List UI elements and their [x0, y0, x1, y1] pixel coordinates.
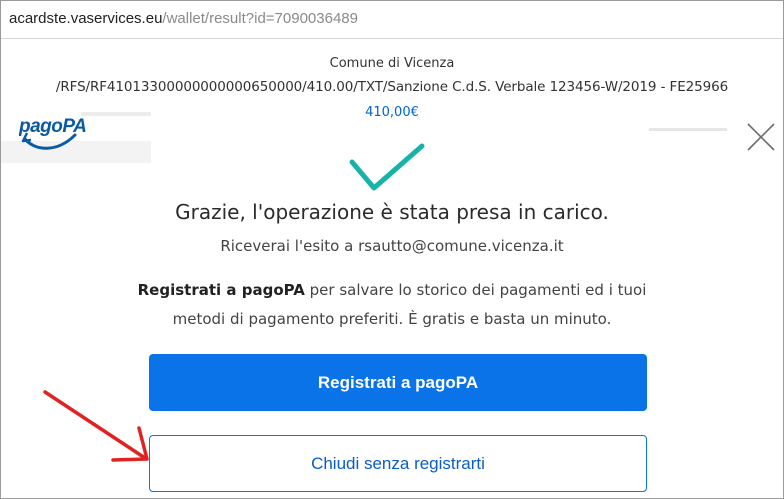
promo-bold: Registrati a pagoPA: [137, 281, 305, 299]
pagopa-logo: pagoPA: [18, 113, 89, 157]
browser-window: acardste.vaservices.eu/wallet/result?id=…: [0, 0, 784, 499]
email-prefix: Riceverai l'esito a: [220, 237, 359, 255]
register-button[interactable]: Registrati a pagoPA: [149, 354, 647, 411]
result-title: Grazie, l'operazione è stata presa in ca…: [175, 200, 609, 224]
register-button-label: Registrati a pagoPA: [317, 372, 479, 392]
checkmark-icon: [348, 142, 426, 194]
registration-promo: Registrati a pagoPA per salvare lo stori…: [121, 276, 663, 334]
email-address: rsautto@comune.vicenza.it: [358, 237, 564, 255]
close-without-register-button[interactable]: Chiudi senza registrarti: [149, 435, 647, 492]
url-host: acardste.vaservices.eu: [9, 10, 163, 27]
payment-amount: 410,00€: [365, 105, 419, 120]
url-text[interactable]: acardste.vaservices.eu/wallet/result?id=…: [9, 10, 358, 27]
background-divider-right: [649, 128, 727, 131]
close-icon[interactable]: [745, 121, 777, 153]
address-bar[interactable]: acardste.vaservices.eu/wallet/result?id=…: [1, 1, 783, 39]
payment-recipient: Comune di Vicenza: [329, 56, 455, 71]
pagopa-logo-graphic: pagoPA: [18, 116, 87, 150]
url-path: /wallet/result?id=7090036489: [162, 10, 358, 27]
svg-text:pagoPA: pagoPA: [19, 116, 86, 137]
payment-reference: /RFS/RF41013300000000000650000/410.00/TX…: [55, 79, 729, 95]
close-button-label: Chiudi senza registrarti: [311, 453, 485, 473]
result-email-line: Riceverai l'esito a rsautto@comune.vicen…: [1, 237, 783, 255]
arrow-annotation-icon: [41, 386, 161, 476]
